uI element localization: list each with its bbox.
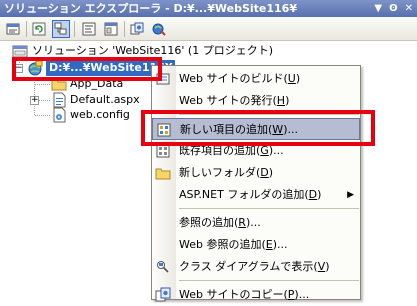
view-code-icon[interactable] — [80, 20, 98, 38]
menu-item-publish-website[interactable]: Web サイトの発行(H) — [152, 90, 360, 112]
nest-related-files-icon[interactable] — [52, 20, 70, 38]
tree-item-label: web.config — [70, 108, 130, 121]
menu-item-label: Web 参照の追加 — [179, 238, 262, 251]
existing-item-icon — [156, 144, 170, 158]
window-title: ソリューション エクスプローラ - D:¥...¥WebSite116¥ — [4, 2, 297, 15]
properties-icon[interactable] — [4, 20, 22, 38]
menu-item-label: Web サイトのビルド — [179, 72, 284, 85]
menu-item-add-new-item[interactable]: 新しい項目の追加(W)... — [152, 118, 360, 140]
tree-item-label: Default.aspx — [70, 93, 140, 106]
menu-item-add-aspnet-folder[interactable]: ASP.NET フォルダの追加(D) ▶ — [152, 184, 360, 206]
menu-item-add-reference[interactable]: 参照の追加(R)... — [152, 212, 360, 234]
build-icon — [156, 73, 170, 85]
menu-item-build-website[interactable]: Web サイトのビルド(U) — [152, 68, 360, 90]
copy-website-icon — [155, 287, 171, 302]
tree-item-label: App_Data — [70, 77, 124, 90]
copy-website-icon[interactable] — [128, 20, 146, 38]
class-diagram-icon — [157, 261, 169, 273]
toolbar — [0, 17, 417, 41]
submenu-arrow-icon: ▶ — [347, 190, 354, 200]
menu-item-new-folder[interactable]: 新しいフォルダ(D) — [152, 162, 360, 184]
expand-icon[interactable]: + — [30, 96, 39, 105]
context-menu: Web サイトのビルド(U) Web サイトの発行(H) 新しい項目の追加(W)… — [151, 65, 361, 302]
menu-item-label: 新しい項目の追加 — [180, 123, 268, 136]
dropdown-icon[interactable]: ▼ — [374, 0, 382, 17]
config-file-icon — [53, 107, 66, 123]
view-designer-icon[interactable] — [102, 20, 120, 38]
menu-item-label: ASP.NET フォルダの追加 — [179, 188, 305, 201]
window-title-bar: ソリューション エクスプローラ - D:¥...¥WebSite116¥ ▼ ʘ… — [0, 0, 417, 17]
menu-item-add-web-reference[interactable]: Web 参照の追加(E)... — [152, 234, 360, 256]
menu-item-label: 既存項目の追加 — [179, 144, 256, 157]
menu-item-label: Web サイトの発行 — [179, 94, 273, 107]
menu-item-label: Web サイトのコピー — [179, 288, 284, 301]
new-item-icon — [157, 123, 171, 137]
refresh-icon[interactable] — [30, 20, 48, 38]
collapse-icon[interactable]: − — [14, 64, 23, 73]
menu-item-label: 新しいフォルダ — [179, 166, 256, 179]
menu-item-label: 参照の追加 — [179, 216, 234, 229]
new-folder-icon — [155, 168, 171, 180]
pin-icon[interactable]: ʘ — [389, 0, 398, 17]
aspx-file-icon — [53, 92, 66, 108]
close-icon[interactable]: ✕ — [405, 0, 413, 17]
menu-item-copy-website[interactable]: Web サイトのコピー(P)... — [152, 284, 360, 306]
solution-icon — [12, 45, 28, 58]
website-project-icon — [28, 60, 43, 76]
solution-label: ソリューション 'WebSite116' (1 プロジェクト) — [32, 44, 273, 57]
menu-item-label: クラス ダイアグラムで表示 — [179, 260, 314, 273]
menu-item-add-existing-item[interactable]: 既存項目の追加(G)... — [152, 140, 360, 162]
menu-item-view-class-diagram[interactable]: クラス ダイアグラムで表示(V) — [152, 256, 360, 278]
folder-icon — [51, 79, 67, 91]
asp-net-config-icon[interactable] — [150, 20, 168, 38]
